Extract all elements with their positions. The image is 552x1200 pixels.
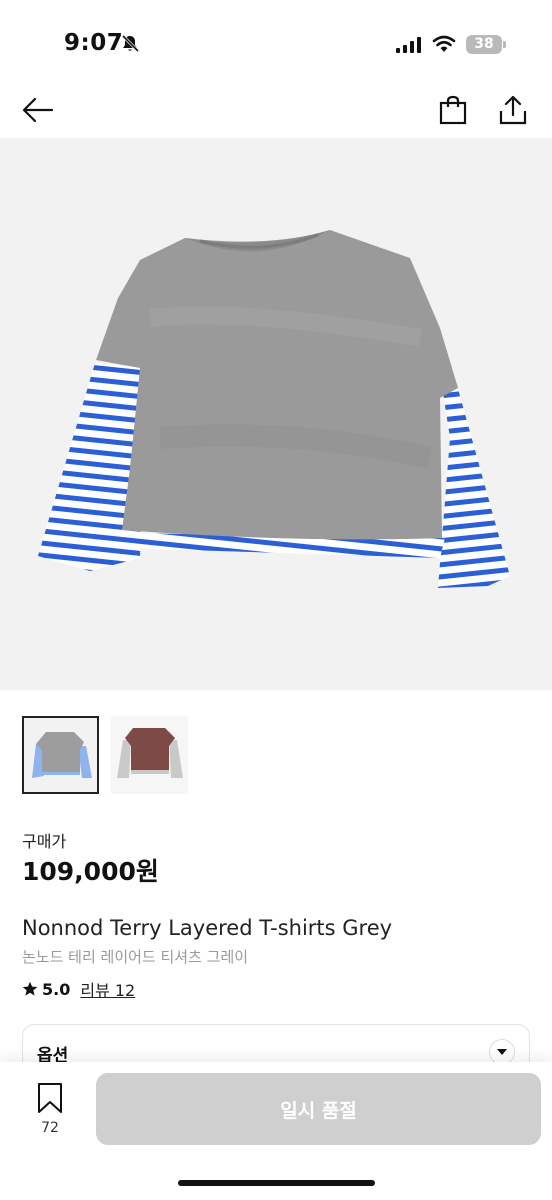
tshirt-illustration	[38, 230, 510, 588]
thumbnail-grey[interactable]	[22, 716, 99, 794]
wishlist-count: 72	[41, 1120, 59, 1136]
shopping-bag-icon	[439, 95, 467, 125]
share-icon	[499, 95, 527, 125]
price-label: 구매가	[22, 832, 67, 851]
product-title: Nonnod Terry Layered T-shirts Grey	[22, 916, 393, 940]
back-button[interactable]	[18, 90, 58, 130]
shopping-bag-button[interactable]	[433, 90, 473, 130]
bookmark-icon	[38, 1083, 62, 1113]
battery-icon: 38	[466, 35, 502, 54]
thumbnail-list	[22, 716, 188, 794]
wifi-icon	[432, 35, 456, 52]
home-indicator	[178, 1180, 375, 1186]
battery-nub	[503, 41, 506, 48]
product-subtitle: 논노드 테리 레이어드 티셔츠 그레이	[22, 948, 249, 966]
thumbnail-grey-image	[22, 716, 99, 794]
thumbnail-brown[interactable]	[111, 716, 188, 794]
product-main-image[interactable]	[0, 138, 552, 690]
review-link[interactable]: 리뷰 12	[80, 977, 135, 1001]
bottom-action-bar: 72 일시 품절	[0, 1062, 552, 1200]
product-price: 109,000원	[22, 857, 159, 886]
thumbnail-brown-image	[111, 716, 188, 794]
status-time: 9:07	[64, 30, 124, 56]
wishlist-button[interactable]: 72	[30, 1082, 70, 1136]
battery-level: 38	[474, 36, 494, 52]
nav-bar	[0, 80, 552, 138]
star-icon	[22, 981, 38, 996]
cellular-signal-icon	[396, 37, 421, 53]
silent-bell-icon	[121, 34, 140, 53]
arrow-left-icon	[22, 97, 54, 123]
status-bar: 9:07 38	[0, 0, 552, 80]
rating-value: 5.0	[42, 979, 71, 999]
rating-row: 5.0 리뷰 12	[22, 977, 135, 1001]
share-button[interactable]	[493, 90, 533, 130]
sold-out-button[interactable]: 일시 품절	[96, 1073, 541, 1145]
